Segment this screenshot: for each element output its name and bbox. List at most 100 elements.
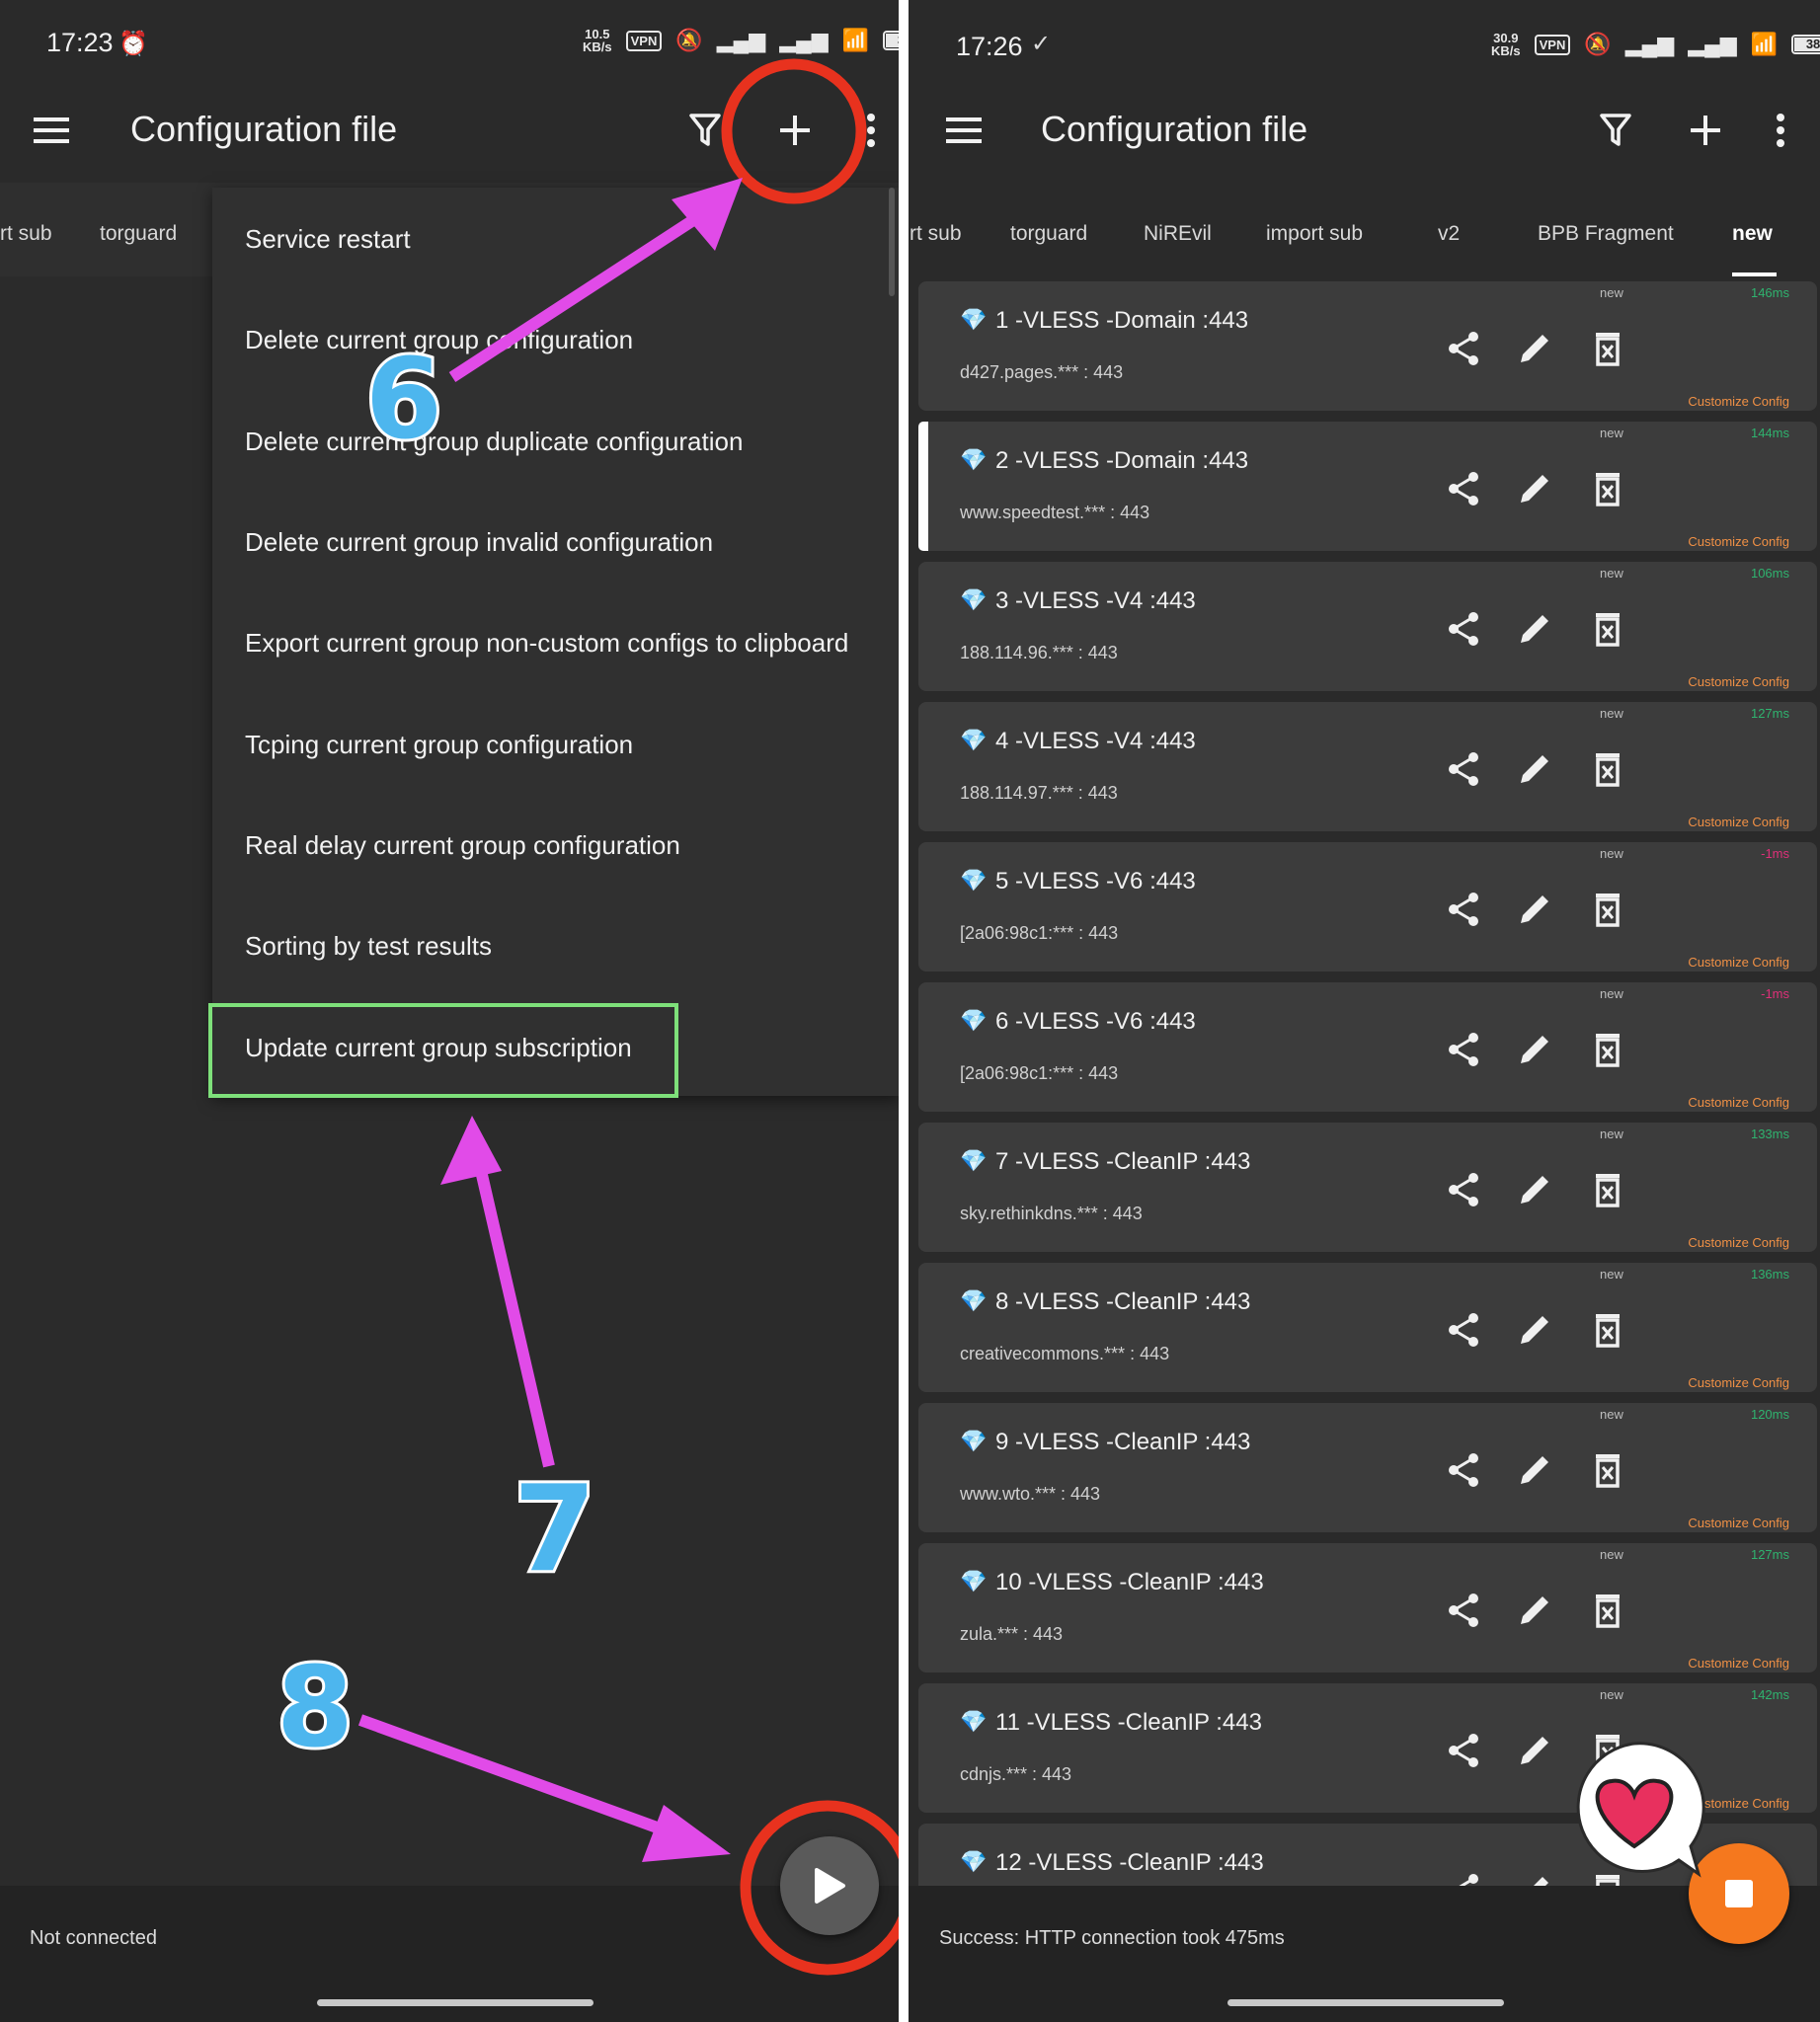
share-icon[interactable] xyxy=(1444,329,1483,368)
config-card[interactable]: 💎 5 -VLESS -V6 :443 [2a06:98c1:*** : 443 ne… xyxy=(918,842,1817,972)
config-tag: new xyxy=(1600,566,1623,581)
delete-icon[interactable] xyxy=(1588,1731,1627,1770)
config-address: [2a06:98c1:*** : 443 xyxy=(960,1063,1119,1083)
delete-icon[interactable] xyxy=(1588,1030,1627,1069)
edit-icon[interactable] xyxy=(1515,1591,1554,1630)
delete-icon[interactable] xyxy=(1588,749,1627,789)
more-vert-icon[interactable] xyxy=(1771,111,1790,150)
home-indicator[interactable] xyxy=(317,1999,593,2006)
plus-icon[interactable] xyxy=(775,111,815,150)
edit-icon[interactable] xyxy=(1515,1871,1554,1886)
config-card[interactable]: 💎 4 -VLESS -V4 :443 188.114.97.*** : 443 ne… xyxy=(918,702,1817,831)
config-delay: 120ms xyxy=(1750,1407,1789,1422)
tab-rt-sub[interactable]: rt sub xyxy=(0,222,52,246)
tab-import-sub[interactable]: import sub xyxy=(1266,222,1363,246)
menu-item-update-subscription[interactable]: Update current group subscription xyxy=(245,1033,632,1063)
menu-item-sort-results[interactable]: Sorting by test results xyxy=(245,931,492,962)
edit-icon[interactable] xyxy=(1515,1310,1554,1350)
tab-torguard[interactable]: torguard xyxy=(100,222,177,246)
customize-config-label: Customize Config xyxy=(1688,815,1789,829)
delete-icon[interactable] xyxy=(1588,1591,1627,1630)
edit-icon[interactable] xyxy=(1515,469,1554,508)
disconnect-fab[interactable] xyxy=(1689,1843,1789,1944)
menu-item-delete-invalid[interactable]: Delete current group invalid configurati… xyxy=(245,527,713,558)
menu-item-export-clipboard[interactable]: Export current group non-custom configs … xyxy=(245,628,848,659)
more-vert-icon[interactable] xyxy=(861,111,881,150)
share-icon[interactable] xyxy=(1444,749,1483,789)
share-icon[interactable] xyxy=(1444,609,1483,649)
filter-icon[interactable] xyxy=(1598,113,1633,148)
config-list[interactable]: 💎 1 -VLESS -Domain :443 d427.pages.*** : 4… xyxy=(909,281,1820,1886)
tab-v2[interactable]: v2 xyxy=(1438,222,1460,246)
tab-new[interactable]: new xyxy=(1732,222,1773,246)
page-title: Configuration file xyxy=(130,109,398,149)
config-card[interactable]: 💎 8 -VLESS -CleanIP :443 creativecommons.*… xyxy=(918,1263,1817,1392)
delete-icon[interactable] xyxy=(1588,1170,1627,1209)
config-card[interactable]: 💎 7 -VLESS -CleanIP :443 sky.rethinkdns.**… xyxy=(918,1123,1817,1252)
delete-icon[interactable] xyxy=(1588,329,1627,368)
share-icon[interactable] xyxy=(1444,1170,1483,1209)
menu-item-tcping[interactable]: Tcping current group configuration xyxy=(245,730,633,760)
edit-icon[interactable] xyxy=(1515,1170,1554,1209)
edit-icon[interactable] xyxy=(1515,749,1554,789)
home-indicator[interactable] xyxy=(1227,1999,1504,2006)
config-card[interactable]: 💎 3 -VLESS -V4 :443 188.114.96.*** : 443 ne… xyxy=(918,562,1817,691)
share-icon[interactable] xyxy=(1444,1871,1483,1886)
tab-bpb-fragment[interactable]: BPB Fragment xyxy=(1538,222,1674,246)
filter-icon[interactable] xyxy=(687,113,723,148)
config-tag: new xyxy=(1600,1547,1623,1562)
config-card[interactable]: 💎 1 -VLESS -Domain :443 d427.pages.*** : 4… xyxy=(918,281,1817,411)
share-icon[interactable] xyxy=(1444,1591,1483,1630)
config-card[interactable]: 💎 2 -VLESS -Domain :443 www.speedtest.*** … xyxy=(918,422,1817,551)
edit-icon[interactable] xyxy=(1515,1731,1554,1770)
config-card[interactable]: 💎 9 -VLESS -CleanIP :443 www.wto.*** : 443… xyxy=(918,1403,1817,1532)
status-icons: 10.5KB/s VPN 🔕 ▂▄▆ ▂▄▆ 📶 39 xyxy=(583,28,909,53)
edit-icon[interactable] xyxy=(1515,329,1554,368)
share-icon[interactable] xyxy=(1444,890,1483,929)
edit-icon[interactable] xyxy=(1515,1450,1554,1490)
tab-nirevil[interactable]: NiREvil xyxy=(1144,222,1212,246)
active-tab-indicator xyxy=(1732,272,1777,276)
delete-icon[interactable] xyxy=(1588,1310,1627,1350)
share-icon[interactable] xyxy=(1444,469,1483,508)
connect-fab[interactable] xyxy=(780,1836,879,1935)
share-icon[interactable] xyxy=(1444,1030,1483,1069)
diamond-icon: 💎 xyxy=(960,447,988,472)
config-tag: new xyxy=(1600,846,1623,861)
tab-rt-sub[interactable]: rt sub xyxy=(910,222,962,246)
delete-icon[interactable] xyxy=(1588,1450,1627,1490)
edit-icon[interactable] xyxy=(1515,609,1554,649)
share-icon[interactable] xyxy=(1444,1731,1483,1770)
share-icon[interactable] xyxy=(1444,1450,1483,1490)
menu-item-service-restart[interactable]: Service restart xyxy=(245,224,411,255)
menu-icon[interactable] xyxy=(32,111,71,150)
delete-icon[interactable] xyxy=(1588,609,1627,649)
step-7-label: 7 xyxy=(511,1458,598,1601)
config-address: 188.114.97.*** : 443 xyxy=(960,783,1118,803)
wifi-icon: 📶 xyxy=(841,28,870,52)
delete-icon[interactable] xyxy=(1588,469,1627,508)
config-card[interactable]: 💎 12 -VLESS -CleanIP :443 xyxy=(918,1824,1817,1886)
tab-torguard[interactable]: torguard xyxy=(1010,222,1087,246)
menu-icon[interactable] xyxy=(944,111,984,150)
delete-icon[interactable] xyxy=(1588,1871,1627,1886)
config-delay: 142ms xyxy=(1750,1687,1789,1702)
diamond-icon: 💎 xyxy=(960,1288,988,1313)
delete-icon[interactable] xyxy=(1588,890,1627,929)
menu-item-delete-duplicate[interactable]: Delete current group duplicate configura… xyxy=(245,427,743,457)
config-delay: 127ms xyxy=(1750,706,1789,721)
plus-icon[interactable] xyxy=(1686,111,1725,150)
mute-icon: 🔕 xyxy=(675,28,703,52)
pane-divider xyxy=(899,0,909,2022)
menu-item-real-delay[interactable]: Real delay current group configuration xyxy=(245,830,680,861)
config-delay: -1ms xyxy=(1761,986,1789,1001)
vpn-icon: VPN xyxy=(625,30,663,51)
edit-icon[interactable] xyxy=(1515,1030,1554,1069)
diamond-icon: 💎 xyxy=(960,1709,988,1734)
config-card[interactable]: 💎 6 -VLESS -V6 :443 [2a06:98c1:*** : 443 ne… xyxy=(918,982,1817,1112)
config-card[interactable]: 💎 11 -VLESS -CleanIP :443 cdnjs.*** : 443 n… xyxy=(918,1683,1817,1813)
share-icon[interactable] xyxy=(1444,1310,1483,1350)
config-card[interactable]: 💎 10 -VLESS -CleanIP :443 zula.*** : 443 ne… xyxy=(918,1543,1817,1672)
edit-icon[interactable] xyxy=(1515,890,1554,929)
menu-scrollbar[interactable] xyxy=(889,188,895,296)
